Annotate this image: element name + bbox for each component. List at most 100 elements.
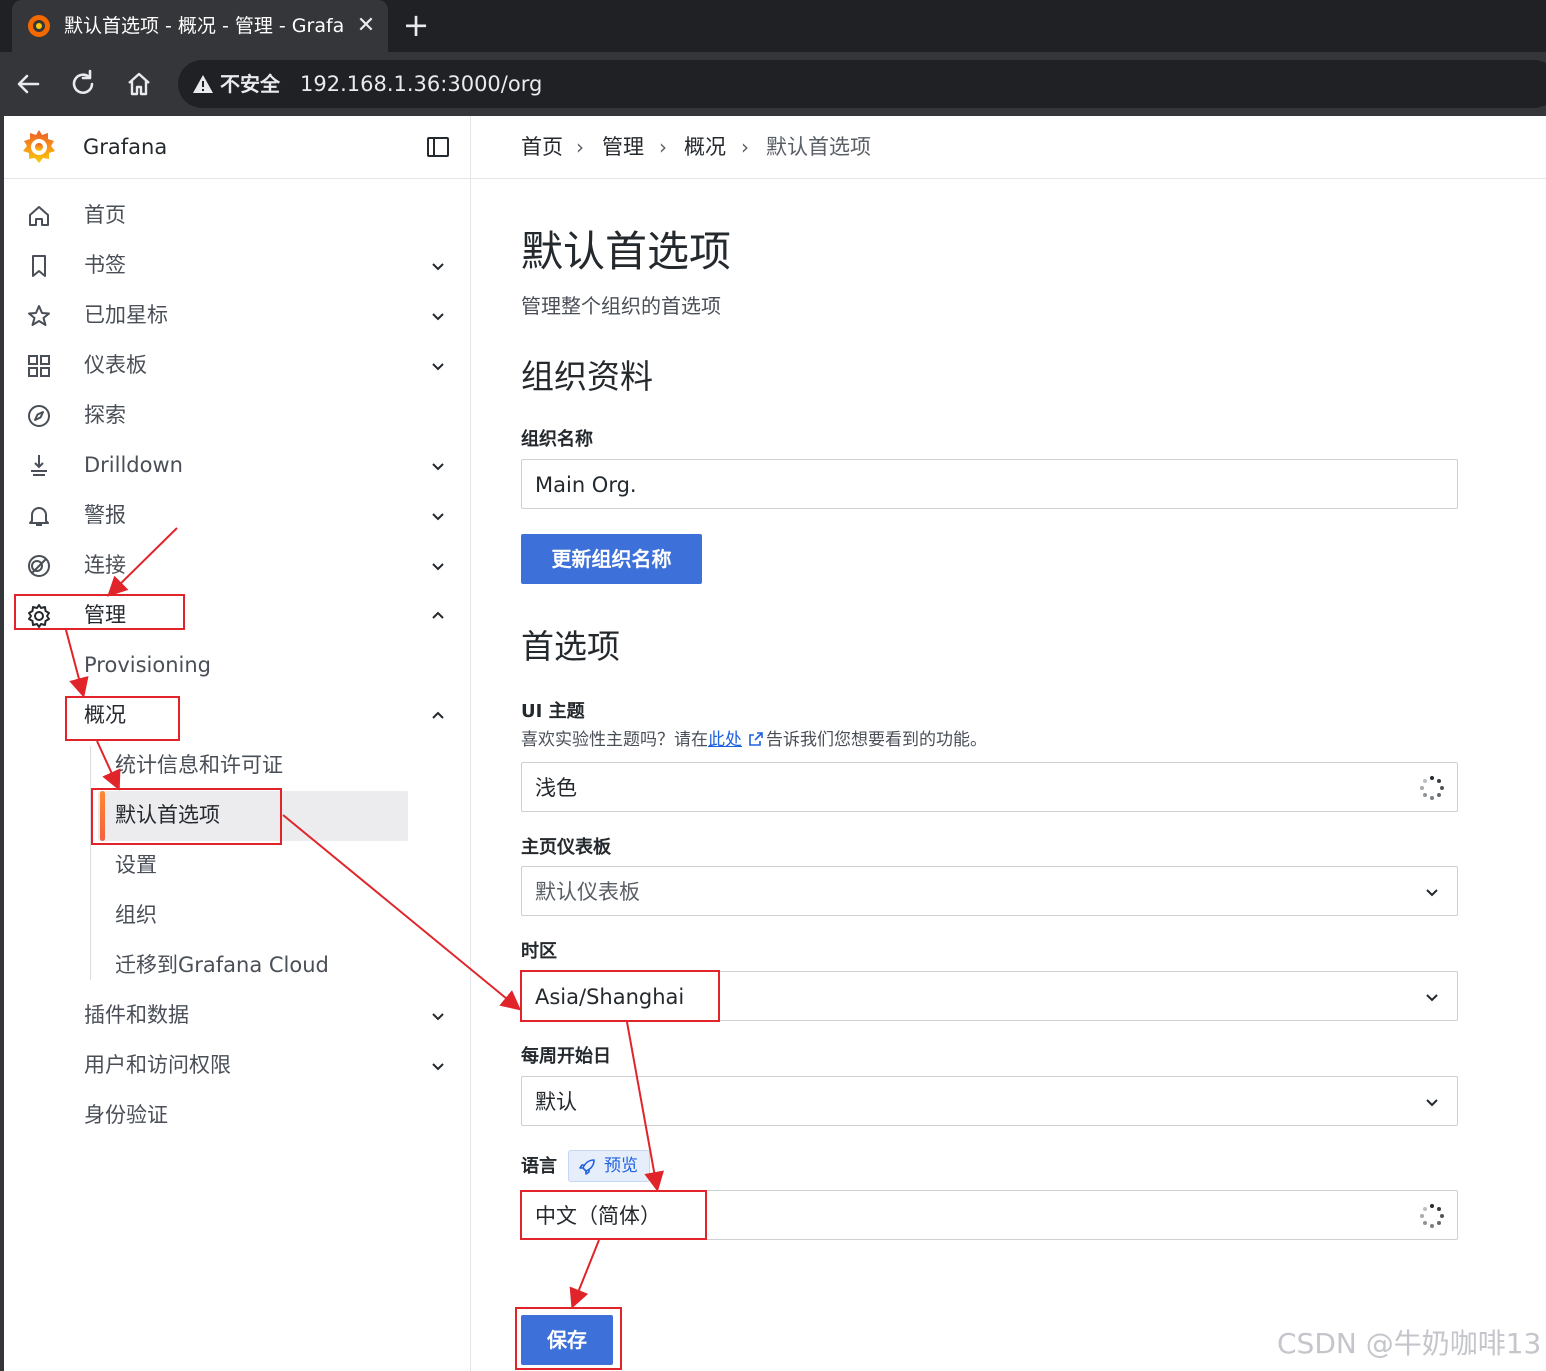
sidebar-item-label: 统计信息和许可证 [115, 753, 283, 777]
rocket-icon [579, 1159, 595, 1175]
brand-name: Grafana [83, 135, 168, 159]
loading-spinner-icon [1420, 1204, 1444, 1228]
home-browser-icon[interactable] [120, 65, 158, 103]
sidebar-item-label: 身份验证 [84, 1103, 168, 1127]
sidebar-item-label: 组织 [115, 903, 157, 927]
sidebar-item-connections[interactable]: 连接 [4, 543, 470, 587]
sidebar-item-stats[interactable]: 统计信息和许可证 [4, 743, 470, 787]
breadcrumb-admin[interactable]: 管理 [602, 133, 644, 161]
week-start-value: 默认 [535, 1090, 577, 1114]
sidebar-item-alerting[interactable]: 警报 [4, 493, 470, 537]
sidebar-item-label: 连接 [84, 553, 126, 577]
grafana-favicon-icon [28, 15, 50, 37]
sidebar-item-plugins[interactable]: 插件和数据 [4, 993, 470, 1037]
home-dashboard-placeholder: 默认仪表板 [535, 880, 640, 904]
sidebar-item-label: Drilldown [84, 453, 183, 477]
reload-icon[interactable] [64, 65, 102, 103]
week-start-select[interactable]: 默认 [521, 1076, 1458, 1126]
sidebar-item-settings[interactable]: 设置 [4, 843, 470, 887]
sidebar-item-label: 仪表板 [84, 353, 147, 377]
sidebar-item-users[interactable]: 用户和访问权限 [4, 1043, 470, 1087]
page-subtitle: 管理整个组织的首选项 [521, 294, 721, 318]
browser-tabbar: 默认首选项 - 概况 - 管理 - Grafana ✕ + [0, 0, 1546, 52]
browser-tab[interactable]: 默认首选项 - 概况 - 管理 - Grafana ✕ [12, 0, 388, 52]
tab-title: 默认首选项 - 概况 - 管理 - Grafana [64, 15, 344, 37]
ui-theme-select[interactable]: 浅色 [521, 762, 1458, 812]
sidebar-item-home[interactable]: 首页 [4, 193, 470, 237]
chevron-down-icon[interactable] [429, 457, 447, 475]
sidebar-header: Grafana [4, 116, 470, 179]
sidebar-item-starred[interactable]: 已加星标 [4, 293, 470, 337]
chevron-down-icon[interactable] [429, 1007, 447, 1025]
annotation-box-overview [65, 696, 180, 741]
sidebar-item-orgs[interactable]: 组织 [4, 893, 470, 937]
sidebar-item-bookmarks[interactable]: 书签 [4, 243, 470, 287]
breadcrumb: 首页 › 管理 › 概况 › 默认首选项 [471, 116, 1546, 179]
sidebar-item-explore[interactable]: 探索 [4, 393, 470, 437]
sidebar-item-label: 警报 [84, 503, 126, 527]
sidebar-item-label: Provisioning [84, 653, 211, 677]
page-title: 默认首选项 [521, 227, 732, 276]
external-link-icon [749, 732, 763, 746]
breadcrumb-overview[interactable]: 概况 [684, 133, 726, 161]
ui-theme-value: 浅色 [535, 776, 577, 800]
chevron-down-icon[interactable] [429, 1057, 447, 1075]
back-icon[interactable] [10, 65, 48, 103]
breadcrumb-separator: › [659, 135, 667, 159]
sidebar-item-label: 探索 [84, 403, 126, 427]
loading-spinner-icon [1420, 776, 1444, 800]
chevron-down-icon[interactable] [429, 357, 447, 375]
org-name-value: Main Org. [535, 473, 637, 497]
org-name-label: 组织名称 [521, 429, 593, 450]
chevron-up-icon[interactable] [429, 607, 447, 625]
watermark: CSDN @牛奶咖啡13 [1277, 1327, 1542, 1360]
sidebar-item-label: 用户和访问权限 [84, 1053, 231, 1077]
url-text[interactable]: 192.168.1.36:3000/org [300, 70, 542, 98]
chevron-down-icon [1426, 889, 1438, 897]
language-label: 语言 [521, 1156, 557, 1177]
org-name-input[interactable]: Main Org. [521, 459, 1458, 509]
ui-theme-description: 喜欢实验性主题吗？请在此处 告诉我们您想要看到的功能。 [521, 728, 987, 752]
chevron-down-icon[interactable] [429, 307, 447, 325]
preview-badge: 预览 [568, 1150, 650, 1182]
ui-theme-desc-text: 喜欢实验性主题吗？请在 [521, 730, 708, 750]
chevron-down-icon[interactable] [429, 507, 447, 525]
breadcrumb-separator: › [576, 135, 584, 159]
sidebar-item-auth[interactable]: 身份验证 [4, 1093, 470, 1137]
star-icon [28, 305, 50, 326]
sidebar-item-provisioning[interactable]: Provisioning [4, 643, 470, 687]
chevron-up-icon[interactable] [429, 707, 447, 725]
sidebar-item-drilldown[interactable]: Drilldown [4, 443, 470, 487]
sidebar-item-label: 设置 [115, 853, 157, 877]
link-icon [28, 555, 50, 577]
new-tab-button[interactable]: + [398, 8, 434, 44]
home-dashboard-select[interactable]: 默认仪表板 [521, 866, 1458, 916]
update-org-name-button[interactable]: 更新组织名称 [521, 534, 702, 584]
grafana-logo-icon[interactable] [20, 128, 58, 166]
address-bar[interactable]: 不安全 192.168.1.36:3000/org [178, 60, 1546, 108]
ui-theme-desc-text-end: 告诉我们您想要看到的功能。 [766, 730, 987, 750]
main-content: 首页 › 管理 › 概况 › 默认首选项 默认首选项 管理整个组织的首选项 组织… [471, 116, 1546, 1371]
chevron-down-icon[interactable] [429, 257, 447, 275]
dock-menu-icon[interactable] [426, 135, 450, 159]
timezone-label: 时区 [521, 941, 557, 962]
preferences-heading: 首选项 [521, 627, 620, 666]
browser-toolbar: 不安全 192.168.1.36:3000/org [0, 52, 1546, 116]
chevron-down-icon[interactable] [429, 557, 447, 575]
sidebar-item-dashboards[interactable]: 仪表板 [4, 343, 470, 387]
grid-icon [28, 355, 50, 377]
sidebar-item-migrate[interactable]: 迁移到Grafana Cloud [4, 943, 470, 987]
sidebar-item-label: 插件和数据 [84, 1003, 189, 1027]
feedback-link[interactable]: 此处 [708, 730, 742, 750]
annotation-box-timezone [520, 970, 720, 1022]
home-icon [29, 206, 49, 226]
annotation-box-language [520, 1190, 707, 1240]
close-tab-icon[interactable]: ✕ [352, 12, 380, 40]
ui-theme-label: UI 主题 [521, 701, 585, 722]
sidebar-item-label: 迁移到Grafana Cloud [115, 953, 329, 977]
sidebar-item-label: 已加星标 [84, 303, 168, 327]
sidebar-item-label: 书签 [84, 253, 126, 277]
breadcrumb-home[interactable]: 首页 [521, 133, 563, 161]
home-dashboard-label: 主页仪表板 [521, 837, 611, 858]
security-label[interactable]: 不安全 [220, 70, 280, 98]
